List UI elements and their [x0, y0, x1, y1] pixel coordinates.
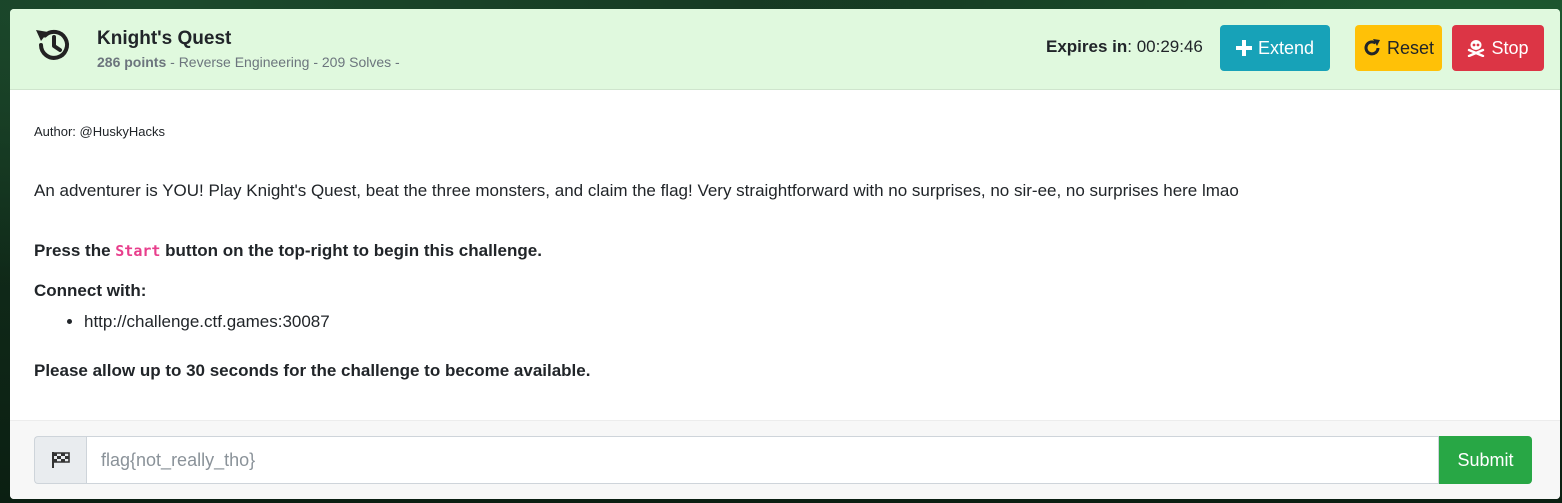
connect-item: http://challenge.ctf.games:30087	[84, 312, 330, 332]
author-text: Author: @HuskyHacks	[34, 124, 165, 139]
category-solves: - Reverse Engineering - 209 Solves -	[166, 54, 400, 70]
connect-label: Connect with:	[34, 281, 147, 300]
challenge-card: Knight's Quest 286 points - Reverse Engi…	[10, 9, 1560, 499]
challenge-title: Knight's Quest	[97, 28, 232, 49]
press-suffix: button on the top-right to begin this ch…	[160, 241, 542, 260]
challenge-description: An adventurer is YOU! Play Knight's Ques…	[34, 181, 1239, 200]
stop-label: Stop	[1491, 37, 1529, 58]
plus-icon	[1235, 40, 1252, 56]
start-code: Start	[115, 242, 161, 260]
press-prefix: Press the	[34, 241, 116, 260]
redo-icon	[1363, 39, 1381, 57]
flag-input-group: Submit	[34, 436, 1532, 484]
expires-label: Expires in	[1046, 37, 1128, 56]
flag-footer: Submit	[10, 420, 1560, 499]
reset-button[interactable]: Reset	[1355, 25, 1442, 71]
history-icon	[33, 24, 75, 66]
submit-button[interactable]: Submit	[1439, 436, 1532, 484]
flag-checkered-icon	[34, 436, 86, 484]
challenge-meta: 286 points - Reverse Engineering - 209 S…	[97, 54, 400, 70]
extend-label: Extend	[1257, 37, 1315, 58]
start-instructions: Press the Start button on the top-right …	[34, 241, 542, 261]
connect-list: http://challenge.ctf.games:30087	[60, 312, 330, 332]
points-label: 286 points	[97, 54, 167, 70]
availability-note: Please allow up to 30 seconds for the ch…	[34, 361, 591, 380]
extend-button[interactable]: Extend	[1220, 25, 1330, 71]
challenge-header: Knight's Quest 286 points - Reverse Engi…	[10, 9, 1560, 90]
reset-label: Reset	[1386, 37, 1435, 58]
stop-button[interactable]: Stop	[1452, 25, 1544, 71]
flag-input[interactable]	[86, 436, 1439, 484]
challenge-body: Author: @HuskyHacks An adventurer is YOU…	[10, 90, 1560, 420]
skull-crossbones-icon	[1467, 39, 1485, 57]
expires-value: : 00:29:46	[1127, 37, 1203, 56]
expires-timer: Expires in: 00:29:46	[1046, 37, 1203, 57]
